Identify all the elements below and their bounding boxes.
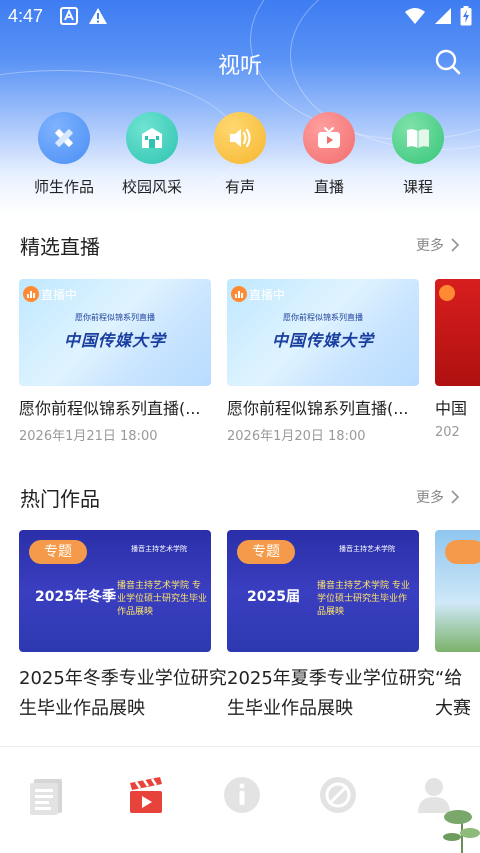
tab-service[interactable] [314, 771, 362, 819]
hot-thumbnail: 专题 播音主持艺术学院 2025年冬季 播音主持艺术学院 专业学位硕士研究生毕业… [19, 530, 211, 652]
hot-thumbnail [435, 530, 480, 652]
campus-building-icon [126, 112, 178, 164]
hot-card[interactable]: 专题 播音主持艺术学院 2025届 播音主持艺术学院 专业学位硕士研究生毕业作品… [227, 530, 435, 730]
thumb-subtitle: 愿你前程似锦系列直播 [283, 313, 363, 322]
search-button[interactable] [434, 48, 462, 76]
topic-badge: 专题 [237, 540, 295, 564]
cell-signal-icon [435, 8, 451, 24]
quick-nav-item-campus[interactable]: 校园风采 [112, 112, 192, 197]
live-section-header: 精选直播 更多 [20, 231, 460, 261]
live-thumbnail [435, 279, 480, 386]
thumb-year: 2025年冬季 [35, 589, 116, 605]
clapperboard-icon [130, 777, 162, 813]
live-badge-text: 直播中 [249, 287, 286, 302]
live-card-title: 愿你前程似锦系列直播(... [227, 399, 409, 418]
thumb-subtitle: 播音主持艺术学院 专业学位硕士研究生毕业作品展映 [117, 581, 208, 617]
compass-icon [320, 777, 356, 813]
section-title: 热门作品 [20, 487, 100, 511]
brand-text: 播音主持艺术学院 [339, 545, 395, 553]
thumb-subtitle: 愿你前程似锦系列直播 [75, 313, 155, 322]
tab-news[interactable] [24, 771, 72, 819]
hot-card-title: “给 大赛 [435, 668, 471, 719]
quick-nav-label: 直播 [313, 178, 344, 196]
brand-text: 播音主持艺术学院 [131, 545, 187, 553]
thumb-main-title: 中国传媒大学 [63, 331, 166, 350]
live-card[interactable]: 直播中 愿你前程似锦系列直播 中国传媒大学 愿你前程似锦系列直播(... 202… [19, 279, 211, 449]
live-card-date: 2026年1月21日 18:00 [19, 429, 158, 444]
hot-card-partial[interactable]: “给 大赛 [435, 530, 480, 730]
hot-section-header: 热门作品 更多 [20, 483, 460, 513]
quick-nav-label: 校园风采 [121, 178, 182, 196]
battery-charging-icon [460, 6, 472, 26]
quick-nav-item-works[interactable]: 师生作品 [24, 112, 104, 197]
wifi-icon [405, 8, 425, 24]
hot-card-title: 2025年夏季专业学位研究生毕业作品展映 [227, 668, 435, 719]
speaker-icon [214, 112, 266, 164]
quick-nav-label: 师生作品 [33, 178, 94, 196]
thumb-year: 2025届 [247, 589, 300, 605]
thumb-main-title: 中国传媒大学 [271, 331, 374, 350]
info-icon [224, 777, 260, 813]
live-card-title: 愿你前程似锦系列直播(... [19, 399, 201, 418]
page-title: 视听 [217, 54, 262, 79]
book-icon [392, 112, 444, 164]
live-card-title: 中国 [435, 399, 468, 418]
live-card-date: 202 [435, 425, 460, 440]
bottom-tab-bar [0, 746, 480, 853]
live-thumbnail: 直播中 愿你前程似锦系列直播 中国传媒大学 [19, 279, 211, 386]
status-right-icons [404, 6, 472, 26]
live-card-partial[interactable]: 中国 202 [435, 279, 480, 449]
quick-nav: 师生作品 校园风采 有声 直播 课程 [0, 112, 480, 202]
warning-icon [89, 8, 107, 24]
decorative-plant-icon [440, 807, 480, 853]
live-badge-text: 直播中 [41, 287, 78, 302]
status-bar: 4:47 [0, 0, 480, 34]
hot-thumbnail: 专题 播音主持艺术学院 2025届 播音主持艺术学院 专业学位硕士研究生毕业作品… [227, 530, 419, 652]
section-title: 精选直播 [20, 235, 100, 259]
more-label: 更多 [416, 238, 444, 254]
pencil-ruler-icon [38, 112, 90, 164]
live-badge: 直播中 [23, 285, 77, 303]
quick-nav-label: 课程 [402, 178, 433, 196]
hot-card-title: 2025年冬季专业学位研究生毕业作品展映 [19, 668, 227, 719]
title-bar: 视听 [0, 42, 480, 82]
thumb-subtitle: 播音主持艺术学院 专业学位硕士研究生毕业作品展映 [317, 581, 410, 617]
live-badge: 直播中 [231, 285, 285, 303]
live-card[interactable]: 直播中 愿你前程似锦系列直播 中国传媒大学 愿你前程似锦系列直播(... 202… [227, 279, 419, 449]
quick-nav-label: 有声 [224, 178, 255, 196]
quick-nav-item-course[interactable]: 课程 [378, 112, 458, 197]
live-signal-icon [231, 286, 247, 302]
more-label: 更多 [416, 490, 444, 506]
live-card-date: 2026年1月20日 18:00 [227, 429, 366, 444]
live-signal-icon [23, 286, 39, 302]
live-more-link[interactable]: 更多 [416, 235, 460, 255]
tab-info[interactable] [218, 771, 266, 819]
chevron-right-icon [451, 490, 460, 504]
notification-a-icon [60, 7, 78, 25]
chevron-right-icon [451, 238, 460, 252]
live-thumbnail: 直播中 愿你前程似锦系列直播 中国传媒大学 [227, 279, 419, 386]
newspaper-icon [30, 779, 62, 815]
live-signal-icon [439, 285, 455, 301]
hot-more-link[interactable]: 更多 [416, 487, 460, 507]
search-icon [435, 49, 461, 75]
hot-card[interactable]: 专题 播音主持艺术学院 2025年冬季 播音主持艺术学院 专业学位硕士研究生毕业… [19, 530, 227, 730]
status-time: 4:47 [8, 6, 44, 26]
topic-badge: 专题 [29, 540, 87, 564]
quick-nav-item-live[interactable]: 直播 [289, 112, 369, 197]
quick-nav-item-audio[interactable]: 有声 [200, 112, 280, 197]
status-left-icons [60, 7, 108, 25]
topic-badge [445, 540, 480, 564]
tab-video[interactable] [122, 771, 170, 819]
tv-play-icon [303, 112, 355, 164]
